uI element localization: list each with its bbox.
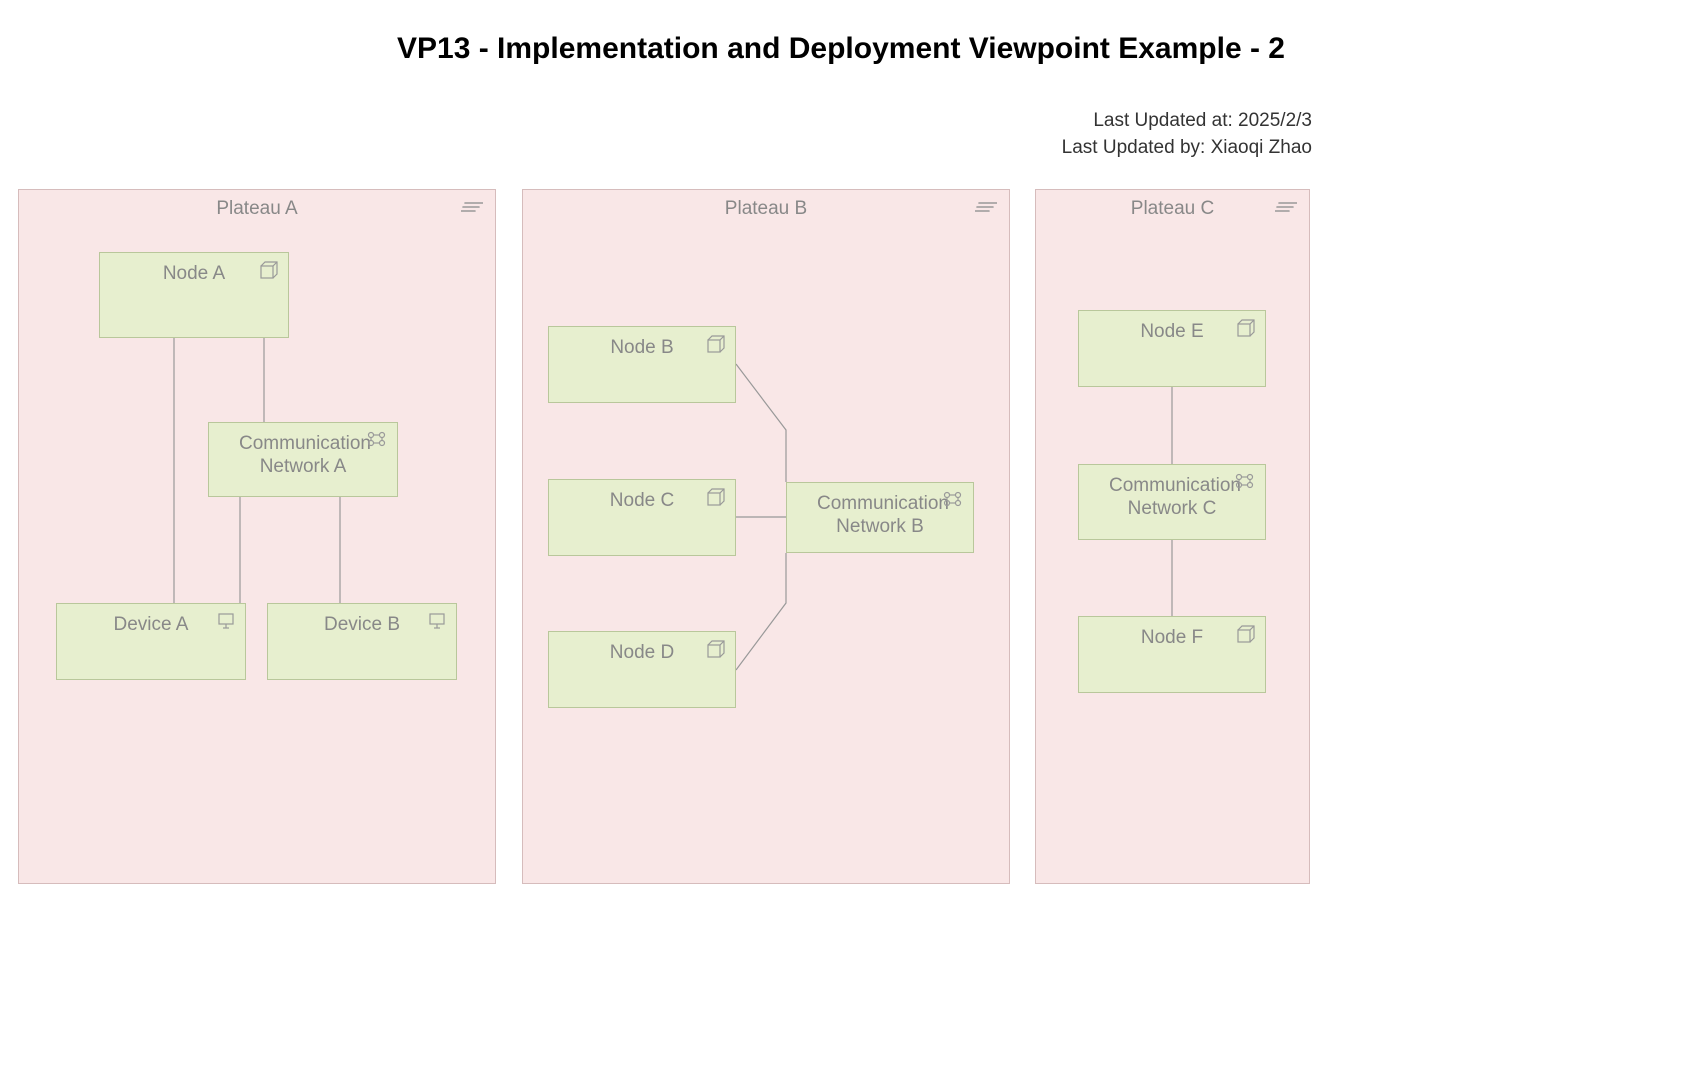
node-icon <box>707 640 725 663</box>
comm-network-a[interactable]: Communication Network A <box>208 422 398 497</box>
plateau-c-label: Plateau C <box>1036 198 1309 220</box>
comm-network-c[interactable]: Communication Network C <box>1078 464 1266 540</box>
diagram-canvas: Plateau A Plateau B Plateau C <box>0 0 1682 1074</box>
node-icon <box>1237 625 1255 648</box>
plateau-icon <box>975 200 997 219</box>
comm-network-b[interactable]: Communication Network B <box>786 482 974 553</box>
node-a[interactable]: Node A <box>99 252 289 338</box>
node-c[interactable]: Node C <box>548 479 736 556</box>
device-a[interactable]: Device A <box>56 603 246 680</box>
device-icon <box>428 612 446 635</box>
node-icon <box>1237 319 1255 342</box>
node-e[interactable]: Node E <box>1078 310 1266 387</box>
plateau-icon <box>1275 200 1297 219</box>
network-icon <box>943 491 963 512</box>
plateau-a-label: Plateau A <box>19 198 495 220</box>
node-icon <box>707 335 725 358</box>
network-icon <box>367 431 387 452</box>
network-icon <box>1235 473 1255 494</box>
plateau-icon <box>461 200 483 219</box>
node-icon <box>260 261 278 284</box>
node-d[interactable]: Node D <box>548 631 736 708</box>
node-f[interactable]: Node F <box>1078 616 1266 693</box>
device-icon <box>217 612 235 635</box>
node-b[interactable]: Node B <box>548 326 736 403</box>
plateau-b-label: Plateau B <box>523 198 1009 220</box>
device-b[interactable]: Device B <box>267 603 457 680</box>
node-icon <box>707 488 725 511</box>
